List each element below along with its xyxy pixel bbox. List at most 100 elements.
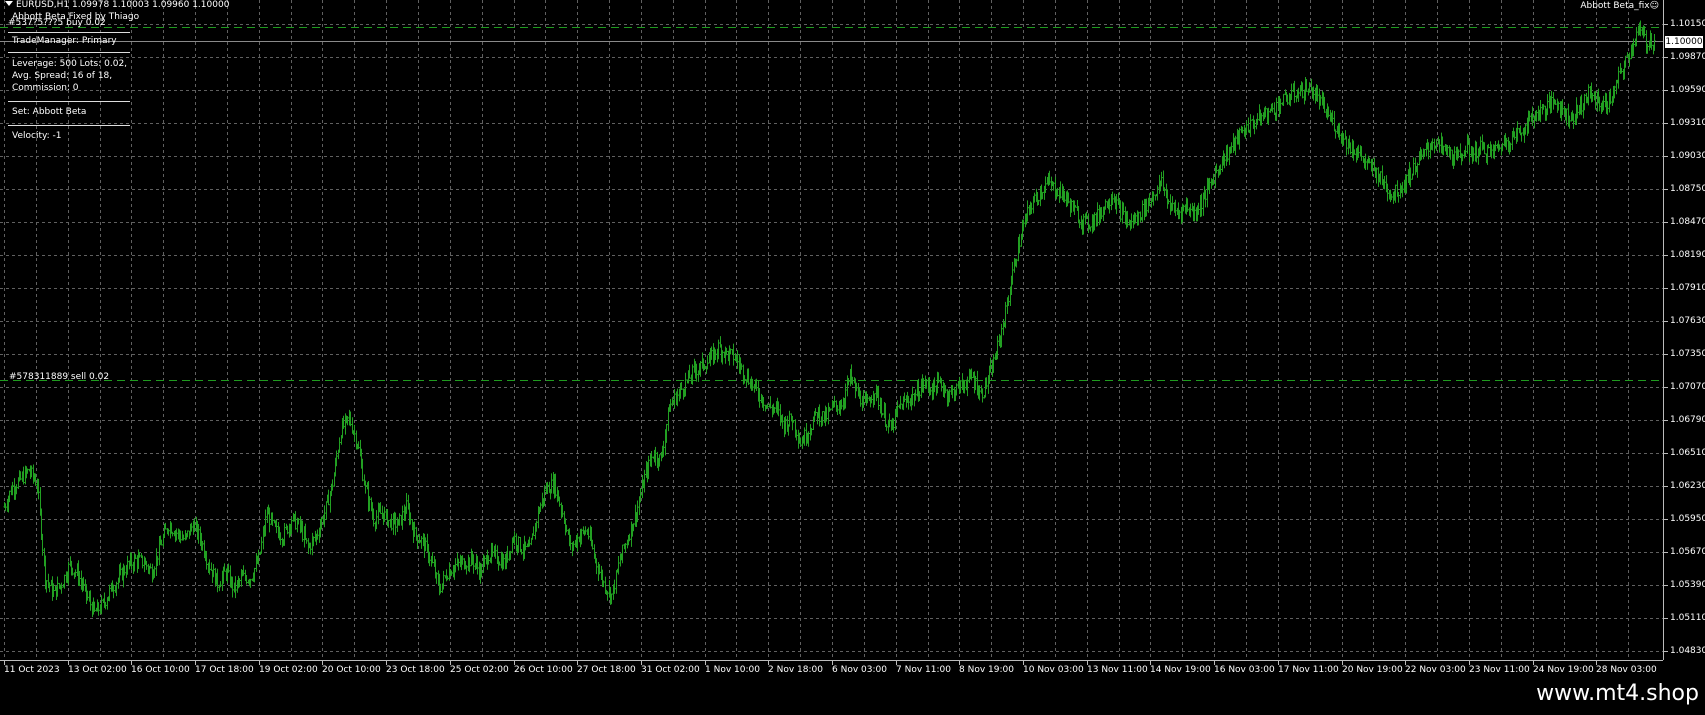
set-name-text: Set: Abbott Beta — [12, 107, 87, 117]
time-tick-label: 20 Oct 10:00 — [322, 665, 381, 675]
price-tick — [1664, 321, 1668, 322]
time-tick-label: 13 Oct 02:00 — [68, 665, 127, 675]
time-tick — [1278, 661, 1279, 665]
time-tick — [705, 661, 706, 665]
smiley-icon: ☺ — [1649, 1, 1659, 11]
time-axis: 11 Oct 2023 13 Oct 02:00 16 Oct 10:00 17 Oc… — [0, 660, 1663, 677]
time-tick-label: 26 Oct 10:00 — [514, 665, 573, 675]
time-tick — [514, 661, 515, 665]
price-tick-label: 1.08190 — [1670, 249, 1705, 260]
price-tick — [1664, 288, 1668, 289]
price-tick-label: 1.05670 — [1670, 546, 1705, 557]
time-tick-label: 7 Nov 11:00 — [896, 665, 951, 675]
time-tick-label: 23 Oct 18:00 — [386, 665, 445, 675]
divider — [8, 52, 130, 53]
price-tick — [1664, 519, 1668, 520]
trade-manager-text: TradeManager: Primary — [12, 36, 117, 46]
time-tick-label: 27 Oct 18:00 — [577, 665, 636, 675]
commission-text: Commission: 0 — [12, 83, 79, 93]
time-tick — [131, 661, 132, 665]
price-tick-label: 1.07630 — [1670, 315, 1705, 326]
dropdown-triangle-icon[interactable] — [5, 1, 13, 6]
time-tick — [4, 661, 5, 665]
time-tick-label: 2 Nov 18:00 — [768, 665, 823, 675]
price-tick-label: 1.05110 — [1670, 612, 1705, 623]
price-tick-label: 1.06790 — [1670, 414, 1705, 425]
time-tick-label: 11 Oct 2023 — [4, 665, 60, 675]
time-tick — [832, 661, 833, 665]
price-tick-label: 1.05950 — [1670, 513, 1705, 524]
watermark-url: www.mt4.shop — [1536, 681, 1699, 706]
price-tick — [1664, 123, 1668, 124]
price-tick — [1664, 57, 1668, 58]
price-tick-label: 1.09310 — [1670, 117, 1705, 128]
time-tick-label: 10 Nov 03:00 — [1023, 665, 1084, 675]
price-tick — [1664, 420, 1668, 421]
chart-area[interactable] — [0, 0, 1663, 660]
price-tick — [1664, 354, 1668, 355]
time-tick — [959, 661, 960, 665]
time-tick-label: 6 Nov 03:00 — [832, 665, 887, 675]
divider — [8, 32, 130, 33]
buy-order-label: #537?5???5 buy 0.02 — [8, 18, 106, 28]
ea-name-text: Abbott Beta_fix — [1580, 1, 1650, 11]
price-tick-label: 1.06230 — [1670, 480, 1705, 491]
time-tick-label: 23 Nov 11:00 — [1469, 665, 1530, 675]
time-tick — [768, 661, 769, 665]
price-tick-label: 1.05390 — [1670, 579, 1705, 590]
expert-advisor-label[interactable]: Abbott Beta_fix☺ — [1580, 1, 1659, 11]
price-chart[interactable] — [0, 0, 1663, 660]
time-tick — [641, 661, 642, 665]
time-tick-label: 13 Nov 11:00 — [1087, 665, 1148, 675]
price-tick — [1664, 255, 1668, 256]
price-axis: 1.10150 1.09870 1.09590 1.09310 1.09030 1.087… — [1663, 0, 1705, 660]
time-tick-label: 16 Nov 03:00 — [1214, 665, 1275, 675]
velocity-text: Velocity: -1 — [12, 131, 62, 141]
price-tick-label: 1.07070 — [1670, 381, 1705, 392]
price-tick-label: 1.09030 — [1670, 150, 1705, 161]
divider — [8, 101, 130, 102]
time-tick — [577, 661, 578, 665]
time-tick — [259, 661, 260, 665]
price-tick-label: 1.08470 — [1670, 216, 1705, 227]
time-tick-label: 19 Oct 02:00 — [259, 665, 318, 675]
price-tick-label: 1.07910 — [1670, 282, 1705, 293]
time-tick — [1150, 661, 1151, 665]
time-tick — [386, 661, 387, 665]
time-tick — [1533, 661, 1534, 665]
symbol-header[interactable]: EURUSD,H1 1.09978 1.10003 1.09960 1.1000… — [5, 0, 229, 10]
divider — [8, 125, 130, 126]
price-tick-label: 1.09870 — [1670, 51, 1705, 62]
price-tick-label: 1.04830 — [1670, 645, 1705, 656]
price-tick — [1664, 552, 1668, 553]
time-tick-label: 1 Nov 10:00 — [705, 665, 760, 675]
leverage-text: Leverage: 500 Lots: 0.02, — [12, 59, 128, 69]
sell-order-label: #578311889 sell 0.02 — [9, 372, 110, 382]
current-price-label: 1.10000 — [1665, 35, 1703, 48]
time-tick — [450, 661, 451, 665]
time-tick — [1405, 661, 1406, 665]
time-tick-label: 17 Oct 18:00 — [195, 665, 254, 675]
time-tick — [1023, 661, 1024, 665]
price-tick — [1664, 618, 1668, 619]
time-tick — [322, 661, 323, 665]
price-tick — [1664, 24, 1668, 25]
time-tick — [1342, 661, 1343, 665]
price-tick-label: 1.08750 — [1670, 183, 1705, 194]
time-tick — [68, 661, 69, 665]
price-tick — [1664, 387, 1668, 388]
time-tick-label: 22 Nov 03:00 — [1405, 665, 1466, 675]
symbol-info: EURUSD,H1 1.09978 1.10003 1.09960 1.1000… — [16, 0, 230, 10]
time-tick — [1469, 661, 1470, 665]
price-tick — [1664, 90, 1668, 91]
price-tick — [1664, 651, 1668, 652]
time-tick-label: 8 Nov 19:00 — [959, 665, 1014, 675]
time-tick-label: 24 Nov 19:00 — [1533, 665, 1594, 675]
price-tick-label: 1.07350 — [1670, 348, 1705, 359]
time-tick-label: 20 Nov 19:00 — [1342, 665, 1403, 675]
time-tick — [1596, 661, 1597, 665]
spread-text: Avg. Spread: 16 of 18, — [12, 71, 113, 81]
price-tick — [1664, 486, 1668, 487]
time-tick — [1214, 661, 1215, 665]
time-tick-label: 17 Nov 11:00 — [1278, 665, 1339, 675]
